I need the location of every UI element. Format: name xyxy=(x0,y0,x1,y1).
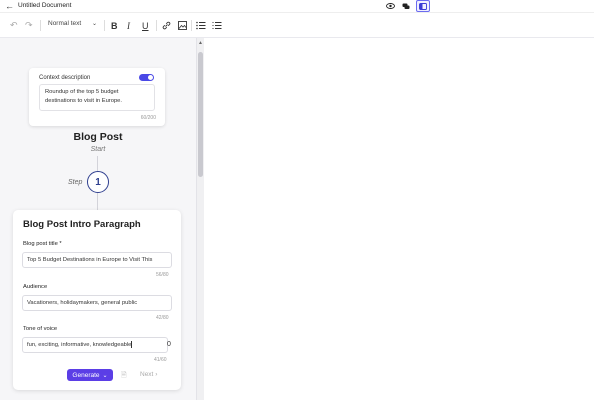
context-label: Context description xyxy=(39,75,91,81)
next-label: Next xyxy=(140,371,154,378)
generate-button[interactable]: Generate ⌄ xyxy=(67,369,113,381)
underline-icon[interactable]: U xyxy=(142,19,149,32)
workflow-subtitle: Start xyxy=(90,146,106,153)
generate-label: Generate xyxy=(72,371,100,379)
bold-icon[interactable]: B xyxy=(111,19,118,32)
editor-toolbar: ↶ ↷ Normal text ⌄ B I U xyxy=(0,13,594,38)
tone-of-voice-label: Tone of voice xyxy=(23,326,58,332)
context-char-count: 60/200 xyxy=(140,115,156,121)
blog-intro-form-card: Blog Post Intro Paragraph Blog post titl… xyxy=(13,210,181,390)
undo-icon[interactable]: ↶ xyxy=(10,19,18,32)
clear-field-button[interactable]: 0 xyxy=(167,341,171,348)
text-style-select[interactable]: Normal text xyxy=(48,20,81,27)
form-title: Blog Post Intro Paragraph xyxy=(23,219,141,230)
blog-post-title-input[interactable]: Top 5 Budget Destinations in Europe to V… xyxy=(22,252,172,268)
numbered-list-icon[interactable] xyxy=(212,19,222,32)
tone-of-voice-value: fun, exciting, informative, knowledgeabl… xyxy=(27,342,132,348)
scroll-up-icon[interactable]: ▲ xyxy=(198,40,203,46)
bulleted-list-icon[interactable] xyxy=(196,19,206,32)
toolbar-divider xyxy=(104,20,105,31)
toolbar-divider xyxy=(40,20,41,31)
link-icon[interactable] xyxy=(162,19,171,32)
step-label: Step xyxy=(68,179,83,186)
workflow-title: Blog Post xyxy=(73,131,123,143)
title-bar: ← Untitled Document xyxy=(0,0,594,13)
back-arrow-icon[interactable]: ← xyxy=(5,1,14,11)
connector-line xyxy=(97,193,98,210)
text-cursor xyxy=(131,340,133,348)
connector-line xyxy=(97,156,98,171)
context-description-input[interactable]: Roundup of the top 5 budget destinations… xyxy=(39,84,155,111)
document-title[interactable]: Untitled Document xyxy=(18,2,71,9)
tone-of-voice-count: 41/60 xyxy=(154,357,167,363)
blog-post-title-count: 56/80 xyxy=(156,272,169,278)
scroll-thumb[interactable] xyxy=(198,52,203,177)
panel-scrollbar[interactable]: ▲ xyxy=(196,38,204,400)
context-toggle[interactable] xyxy=(139,74,154,81)
toolbar-divider xyxy=(156,20,157,31)
tone-of-voice-input[interactable]: fun, exciting, informative, knowledgeabl… xyxy=(22,337,168,353)
side-panel-icon[interactable] xyxy=(416,0,430,12)
italic-icon[interactable]: I xyxy=(127,19,130,32)
chevron-down-icon[interactable]: ⌄ xyxy=(103,372,108,379)
step-number-badge: 1 xyxy=(87,171,109,193)
chevron-down-icon[interactable]: ⌄ xyxy=(92,20,97,27)
toolbar-divider xyxy=(191,20,192,31)
audience-input[interactable]: Vacationers, holidaymakers, general publ… xyxy=(22,295,172,311)
eye-icon[interactable] xyxy=(383,0,397,12)
save-icon[interactable]: 🗎 xyxy=(121,371,127,382)
redo-icon[interactable]: ↷ xyxy=(25,19,33,32)
context-card: Context description Roundup of the top 5… xyxy=(29,68,165,126)
blog-post-title-label: Blog post title * xyxy=(23,241,62,247)
audience-count: 42/80 xyxy=(156,315,169,321)
image-icon[interactable] xyxy=(178,19,187,32)
comments-icon[interactable] xyxy=(399,0,413,12)
next-button[interactable]: Next › xyxy=(140,371,157,378)
chevron-right-icon: › xyxy=(155,371,158,378)
audience-label: Audience xyxy=(23,284,48,290)
